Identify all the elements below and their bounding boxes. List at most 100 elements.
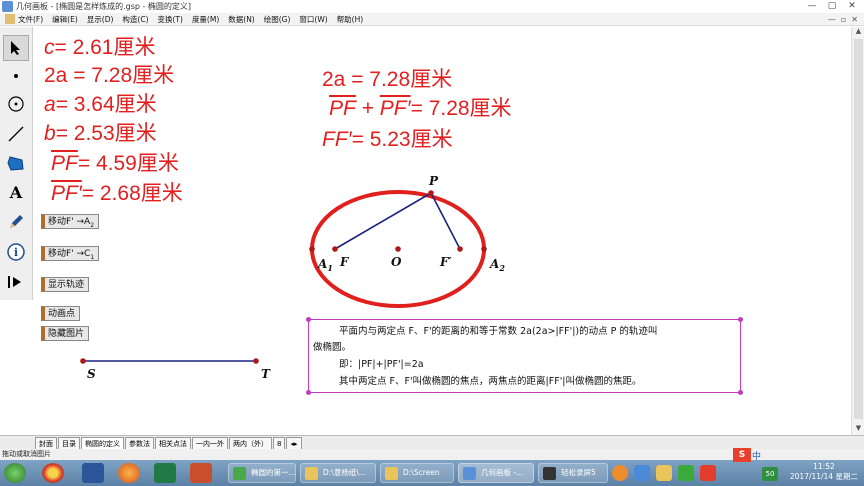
menu-edit[interactable]: 编辑(E) <box>52 14 78 25</box>
word-icon[interactable] <box>82 463 104 483</box>
point-p <box>428 190 434 196</box>
selection-handle-tl[interactable] <box>306 317 311 322</box>
tab-cover[interactable]: 封面 <box>35 437 57 449</box>
doc-restore-button[interactable]: ▫ <box>841 15 846 24</box>
folder-icon <box>305 467 318 480</box>
measure-b-value: = 2.53厘米 <box>55 122 157 145</box>
measure-b[interactable]: b= 2.53厘米 <box>44 123 157 144</box>
tab-ellipse-definition[interactable]: 椭圆的定义 <box>81 437 124 449</box>
move-fp-to-a2-button[interactable]: 移动F' →A2 <box>41 214 100 229</box>
point-t <box>253 358 259 364</box>
document-icon[interactable] <box>5 14 15 24</box>
measure-pf-value: = 4.59厘米 <box>77 152 179 175</box>
doc-close-button[interactable]: ✕ <box>851 15 858 24</box>
menu-number[interactable]: 数据(N) <box>228 14 254 25</box>
measure-a[interactable]: a= 3.64厘米 <box>44 94 157 115</box>
task-label: 椭圆的第一... <box>251 468 296 477</box>
tray-alert-icon[interactable] <box>700 465 716 481</box>
firefox-icon[interactable] <box>118 463 140 483</box>
measure-pf[interactable]: PF= 4.59厘米 <box>51 153 179 174</box>
show-trace-button[interactable]: 显示轨迹 <box>41 277 90 292</box>
task-folder-screen[interactable]: D:\Screen <box>380 463 454 483</box>
definition-textbox[interactable]: 平面内与两定点 F、F'的距离的和等于常数 2a(2a>|FF'|)的动点 P … <box>306 317 743 395</box>
definition-line-4: 其中两定点 F、F'叫做椭圆的焦点，两焦点的距离|FF'|叫做椭圆的焦距。 <box>339 376 642 387</box>
system-clock[interactable]: 11:52 2017/11/14 星期二 <box>790 462 858 482</box>
ime-mode-indicator[interactable]: 中 <box>752 449 761 462</box>
text-tool[interactable]: A <box>3 179 29 205</box>
menu-display[interactable]: 显示(D) <box>87 14 114 25</box>
close-button[interactable]: ✕ <box>844 1 860 12</box>
task-label: 轻松录屏5 <box>561 468 596 477</box>
tray-security-icon[interactable] <box>678 465 694 481</box>
straightedge-tool[interactable] <box>3 121 29 147</box>
text-tool-icon: A <box>9 182 23 202</box>
polygon-tool[interactable] <box>3 150 29 176</box>
tab-related-point-method[interactable]: 相关点法 <box>155 437 191 449</box>
menu-construct[interactable]: 构造(C) <box>122 14 148 25</box>
menu-help[interactable]: 帮助(H) <box>337 14 364 25</box>
selection-handle-br[interactable] <box>738 390 743 395</box>
tray-app-icon[interactable] <box>612 465 628 481</box>
tray-folder-icon[interactable] <box>656 465 672 481</box>
measure-ffp[interactable]: FF′= 5.23厘米 <box>322 129 453 150</box>
selection-handle-bl[interactable] <box>306 390 311 395</box>
tab-one-in-one-out[interactable]: 一内一外 <box>192 437 228 449</box>
tab-two-in-out[interactable]: 两内（外） <box>229 437 272 449</box>
folder-icon <box>385 467 398 480</box>
maximize-button[interactable]: ▢ <box>824 1 840 12</box>
doc-minimize-button[interactable]: — <box>828 15 836 24</box>
tab-nav-arrows[interactable]: ◂▸ <box>286 437 302 449</box>
custom-tool[interactable] <box>3 269 29 295</box>
start-orb-icon[interactable] <box>4 463 26 483</box>
task-screen-recorder[interactable]: 轻松录屏5 <box>538 463 608 483</box>
vertical-scrollbar[interactable]: ▲ ▼ <box>851 27 864 435</box>
compass-tool[interactable] <box>3 91 29 117</box>
sogou-ime-icon[interactable]: S <box>733 448 751 462</box>
minimize-button[interactable]: — <box>804 1 820 12</box>
menu-transform[interactable]: 变换(T) <box>158 14 183 25</box>
menu-window[interactable]: 窗口(W) <box>299 14 327 25</box>
tray-network-icon[interactable] <box>634 465 650 481</box>
powerpoint-icon[interactable] <box>190 463 212 483</box>
label-a1-letter: A <box>317 257 327 271</box>
tab-contents[interactable]: 目录 <box>58 437 80 449</box>
measure-2a-right[interactable]: 2a = 7.28厘米 <box>322 69 452 90</box>
point-tool[interactable] <box>3 63 29 89</box>
animate-point-button[interactable]: 动画点 <box>41 306 81 321</box>
scroll-down-icon[interactable]: ▼ <box>852 424 864 435</box>
arrow-cursor-icon <box>11 41 20 55</box>
tab-page-8[interactable]: 8 <box>273 437 286 449</box>
scroll-up-icon[interactable]: ▲ <box>852 27 864 38</box>
measure-pfp-value: = 2.68厘米 <box>81 182 183 205</box>
arrow-select-tool[interactable] <box>3 35 29 61</box>
label-o: O <box>391 255 402 269</box>
task-ellipse-doc[interactable]: 椭圆的第一... <box>228 463 296 483</box>
menu-bar: 文件(F) 编辑(E) 显示(D) 构造(C) 变换(T) 度量(M) 数据(N… <box>0 13 864 26</box>
menu-graph[interactable]: 绘图(G) <box>264 14 291 25</box>
task-folder-1[interactable]: D:\意杨纸\... <box>300 463 376 483</box>
information-tool[interactable]: i <box>3 239 29 265</box>
excel-icon[interactable] <box>154 463 176 483</box>
window-controls: — ▢ ✕ <box>804 1 860 12</box>
move-fp-to-c1-sub: 1 <box>90 253 95 261</box>
move-fp-to-a2-sub: 2 <box>90 221 95 229</box>
hide-image-button[interactable]: 隐藏图片 <box>41 326 90 341</box>
measure-c[interactable]: c= 2.61厘米 <box>44 37 155 58</box>
measure-sum-segment-pfp: PF′ <box>379 97 411 120</box>
task-sketchpad[interactable]: 几何画板 -... <box>458 463 534 483</box>
segment-pf <box>334 192 432 250</box>
measure-sum[interactable]: PF + PF′= 7.28厘米 <box>329 98 512 119</box>
move-fp-to-c1-button[interactable]: 移动F' →C1 <box>41 246 100 261</box>
menu-file[interactable]: 文件(F) <box>18 14 43 25</box>
pencil-icon <box>10 215 23 228</box>
chrome-icon[interactable] <box>42 463 64 483</box>
marker-tool[interactable] <box>3 209 29 235</box>
measure-c-var: c <box>44 36 55 59</box>
tray-badge[interactable]: 50 <box>762 467 778 481</box>
menu-measure[interactable]: 度量(M) <box>192 14 219 25</box>
measure-2a-left[interactable]: 2a = 7.28厘米 <box>44 65 174 86</box>
scrollbar-thumb[interactable] <box>854 39 863 419</box>
selection-handle-tr[interactable] <box>738 317 743 322</box>
tab-parameter-method[interactable]: 参数法 <box>125 437 154 449</box>
measure-pfp[interactable]: PF′= 2.68厘米 <box>51 183 183 204</box>
